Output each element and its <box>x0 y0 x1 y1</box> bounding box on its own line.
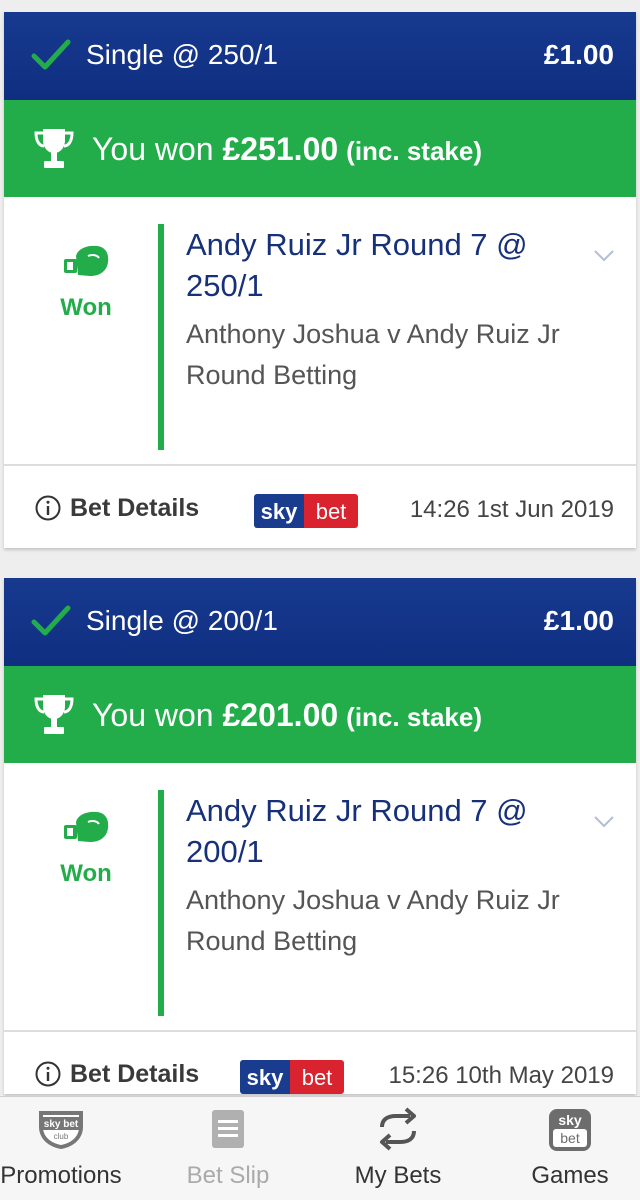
info-icon <box>35 495 61 521</box>
nav-promotions[interactable]: sky bet club Promotions <box>0 1097 128 1200</box>
chevron-down-icon[interactable] <box>592 814 616 830</box>
event-name: Anthony Joshua v Andy Ruiz Jr <box>186 319 560 349</box>
my-bets-screen: Single @ 250/1 £1.00 You won £251.00 (inc… <box>0 0 640 1200</box>
win-message: You won £201.00 (inc. stake) <box>92 696 482 736</box>
win-prefix: You won <box>92 697 223 733</box>
bet-type: Single @ 250/1 <box>86 39 278 70</box>
skybet-logo: sky bet <box>240 1060 344 1094</box>
svg-text:bet: bet <box>302 1065 333 1090</box>
bet-details-label: Bet Details <box>70 1059 200 1088</box>
trophy-icon <box>34 695 74 734</box>
win-banner: You won £201.00 (inc. stake) <box>4 666 636 763</box>
skybet-club-icon: sky bet club <box>39 1111 83 1149</box>
nav-label: Bet Slip <box>186 1162 270 1189</box>
bet-timestamp: 14:26 1st Jun 2019 <box>409 496 614 523</box>
nav-label: Promotions <box>0 1162 122 1189</box>
selection-details: Andy Ruiz Jr Round 7 @ 200/1 Anthony Jos… <box>158 790 568 1016</box>
bet-slip-icon <box>212 1110 244 1148</box>
svg-text:sky: sky <box>261 499 298 524</box>
bet-footer: Bet Details sky bet 15:26 10th May 2019 <box>4 1030 636 1094</box>
boxing-glove-icon <box>64 811 109 842</box>
selection-title: Andy Ruiz Jr Round 7 @ 250/1 <box>186 227 528 303</box>
bet-details-label: Bet Details <box>70 493 200 522</box>
bet-details-link[interactable]: Bet Details <box>34 1058 199 1090</box>
bet-header: Single @ 250/1 £1.00 <box>4 12 636 100</box>
chevron-down-icon[interactable] <box>592 248 616 264</box>
skybet-logo: sky bet <box>254 494 358 528</box>
market-name: Round Betting <box>186 360 358 390</box>
nav-my-bets[interactable]: My Bets <box>330 1097 466 1200</box>
nav-label: Games <box>531 1162 609 1189</box>
bet-header: Single @ 200/1 £1.00 <box>4 578 636 666</box>
selection-details: Andy Ruiz Jr Round 7 @ 250/1 Anthony Jos… <box>158 224 568 450</box>
win-amount: £251.00 <box>222 131 339 167</box>
svg-text:bet: bet <box>560 1130 580 1146</box>
bottom-nav: sky bet club Promotions Bet Slip My Bets <box>0 1096 640 1200</box>
event-name: Anthony Joshua v Andy Ruiz Jr <box>186 885 560 915</box>
status-label: Won <box>60 294 112 321</box>
win-banner: You won £251.00 (inc. stake) <box>4 100 636 197</box>
nav-games[interactable]: sky bet Games <box>502 1097 638 1200</box>
sky-bet-games-icon: sky bet <box>549 1109 591 1151</box>
trophy-icon <box>34 129 74 168</box>
bet-details-link[interactable]: Bet Details <box>34 492 199 524</box>
svg-text:sky: sky <box>558 1112 582 1128</box>
boxing-glove-icon <box>64 245 109 276</box>
bet-status: Won <box>44 244 128 322</box>
svg-text:sky: sky <box>247 1065 284 1090</box>
bet-footer: Bet Details sky bet 14:26 1st Jun 2019 <box>4 464 636 548</box>
nav-bet-slip[interactable]: Bet Slip <box>160 1097 296 1200</box>
win-prefix: You won <box>92 131 223 167</box>
bet-timestamp: 15:26 10th May 2019 <box>388 1062 614 1089</box>
svg-text:sky bet: sky bet <box>44 1119 79 1130</box>
info-icon <box>35 1061 61 1087</box>
nav-label: My Bets <box>354 1162 442 1189</box>
win-suffix: (inc. stake) <box>346 702 482 732</box>
bet-status: Won <box>44 810 128 888</box>
market-name: Round Betting <box>186 926 358 956</box>
check-icon <box>31 605 71 636</box>
bet-card[interactable]: Single @ 250/1 £1.00 You won £251.00 (inc… <box>4 12 636 548</box>
status-label: Won <box>60 860 112 887</box>
bet-card[interactable]: Single @ 200/1 £1.00 You won £201.00 (inc… <box>4 578 636 1094</box>
my-bets-icon <box>380 1107 416 1151</box>
win-suffix: (inc. stake) <box>346 136 482 166</box>
bet-stake: £1.00 <box>543 605 614 636</box>
selection-title: Andy Ruiz Jr Round 7 @ 200/1 <box>186 793 528 869</box>
check-icon <box>31 39 71 70</box>
win-amount: £201.00 <box>222 697 339 733</box>
bet-type: Single @ 200/1 <box>86 605 278 636</box>
svg-text:bet: bet <box>316 499 347 524</box>
bet-stake: £1.00 <box>543 39 614 70</box>
svg-text:club: club <box>54 1132 69 1141</box>
win-message: You won £251.00 (inc. stake) <box>92 130 482 170</box>
